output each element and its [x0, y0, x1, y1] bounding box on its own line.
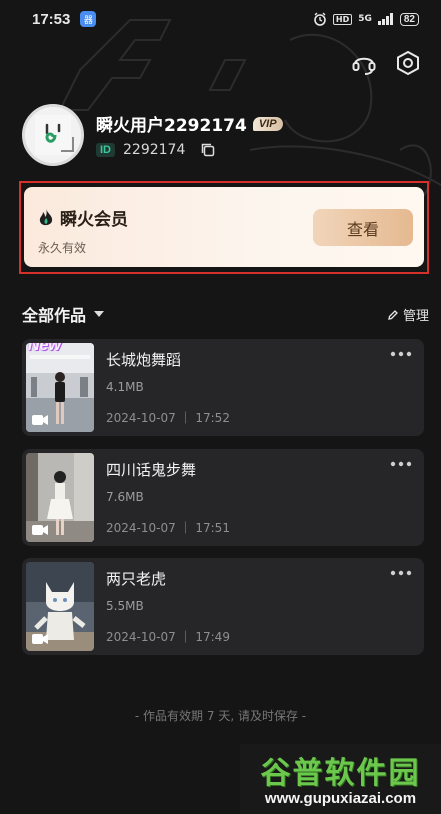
work-card[interactable]: 四川话鬼步舞 7.6MB 2024-10-07 ｜ 17:51 [22, 449, 424, 546]
work-size: 4.1MB [106, 380, 144, 394]
view-membership-button[interactable]: 查看 [313, 209, 413, 246]
work-thumbnail [26, 453, 94, 542]
alarm-icon [314, 12, 326, 26]
work-date: 2024-10-07 ｜ 17:49 [106, 630, 230, 644]
work-thumbnail: New [26, 343, 94, 432]
work-size: 5.5MB [106, 599, 144, 613]
username: 瞬火用户2292174 [96, 116, 247, 136]
manage-label: 管理 [402, 309, 429, 324]
more-options-icon[interactable] [390, 351, 412, 357]
edit-pencil-icon [388, 309, 398, 320]
work-date: 2024-10-07 ｜ 17:51 [106, 521, 230, 535]
avatar-face-icon [35, 115, 74, 155]
membership-title-row: 瞬火会员 [38, 205, 128, 230]
video-icon [32, 415, 48, 425]
vip-badge: VIP [252, 116, 283, 131]
username-row: 瞬火用户2292174 VIP [96, 111, 283, 136]
signal-icon [377, 13, 393, 25]
membership-subtitle: 永久有效 [38, 241, 87, 255]
header-actions [351, 50, 421, 76]
more-options-icon[interactable] [390, 570, 412, 576]
work-date: 2024-10-07 ｜ 17:52 [106, 411, 230, 425]
manage-button[interactable]: 管理 [387, 305, 429, 324]
more-options-icon[interactable] [390, 461, 412, 467]
new-tag: New [28, 343, 61, 354]
works-filter-dropdown[interactable]: 全部作品 [22, 302, 105, 326]
video-icon [32, 525, 48, 535]
video-icon [32, 634, 48, 644]
status-right-group: HD 5G 82 [313, 12, 419, 26]
notification-app-icon: 器 [80, 11, 97, 27]
headset-icon[interactable] [351, 50, 377, 76]
site-watermark: 谷普软件园 www.gupuxiazai.com [240, 744, 441, 814]
caret-down-icon [94, 311, 105, 317]
flame-icon [39, 208, 53, 225]
work-thumbnail [26, 562, 94, 651]
network-type: 5G [358, 14, 372, 24]
status-bar: 17:53 器 HD 5G 82 [0, 0, 441, 38]
works-header-label: 全部作品 [22, 306, 87, 325]
status-time: 17:53 [32, 10, 71, 28]
work-title: 两只老虎 [106, 570, 167, 588]
work-title: 四川话鬼步舞 [106, 461, 197, 479]
avatar[interactable] [22, 104, 84, 166]
membership-card[interactable]: 瞬火会员 永久有效 查看 [24, 187, 424, 267]
copy-icon[interactable] [201, 143, 215, 157]
work-card[interactable]: New 长城炮舞蹈 4.1MB 2024-10-07 ｜ 17:52 [22, 339, 424, 436]
work-card[interactable]: 两只老虎 5.5MB 2024-10-07 ｜ 17:49 [22, 558, 424, 655]
id-badge: ID [96, 143, 115, 157]
hd-voice-icon: HD [332, 13, 353, 25]
expiry-notice: - 作品有效期 7 天, 请及时保存 - [134, 709, 307, 723]
watermark-title: 谷普软件园 [260, 756, 421, 791]
watermark-url: www.gupuxiazai.com [264, 790, 417, 807]
user-id-row: ID 2292174 [96, 142, 215, 158]
membership-title: 瞬火会员 [60, 210, 128, 230]
battery-level: 82 [399, 12, 419, 26]
work-title: 长城炮舞蹈 [106, 351, 182, 369]
work-size: 7.6MB [106, 490, 144, 504]
user-id-value: 2292174 [123, 142, 186, 158]
settings-icon[interactable] [395, 50, 421, 76]
